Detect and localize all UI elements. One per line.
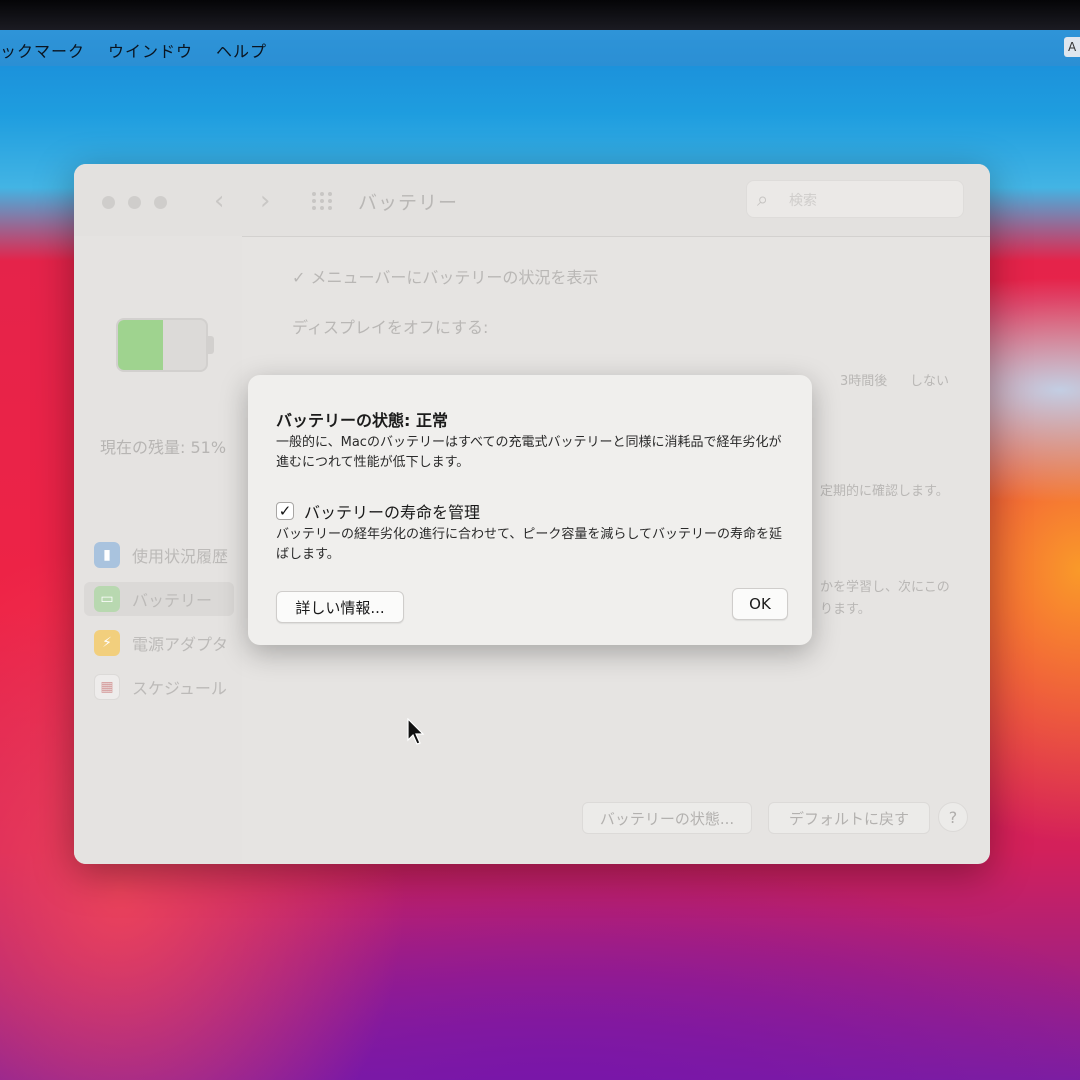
sidebar-item-battery[interactable]: ▭ バッテリー	[84, 582, 234, 616]
window-title: バッテリー	[358, 192, 459, 214]
minimize-window-button[interactable]	[128, 196, 141, 209]
mouse-pointer-icon	[407, 718, 425, 745]
battery-level-fill	[118, 320, 163, 370]
show-all-grid-icon[interactable]	[312, 192, 336, 210]
menu-help[interactable]: ヘルプ	[216, 38, 267, 62]
search-icon: ⌕	[757, 187, 769, 211]
sidebar-item-power-adapter[interactable]: ⚡ 電源アダプタ	[94, 626, 228, 660]
ok-button[interactable]: OK	[732, 588, 788, 620]
chart-icon: ▮	[94, 542, 120, 568]
sheet-title: バッテリーの状態: 正常	[276, 411, 448, 430]
menu-bar: ックマーク ウインドウ ヘルプ A	[0, 30, 1080, 66]
restore-defaults-button[interactable]: デフォルトに戻す	[768, 802, 930, 834]
display-bezel	[0, 0, 1080, 30]
input-source-indicator[interactable]: A	[1064, 37, 1080, 57]
manage-battery-longevity-description: バッテリーの経年劣化の進行に合わせて、ピーク容量を減らしてバッテリーの寿命を延ば…	[276, 527, 782, 562]
forward-chevron-icon[interactable]: ›	[260, 186, 270, 216]
menu-bookmarks[interactable]: ックマーク	[0, 38, 85, 62]
screen: ックマーク ウインドウ ヘルプ A ‹ › バッテリー ⌕ 検索 現在の残量: …	[0, 0, 1080, 1080]
manage-battery-longevity-label[interactable]: バッテリーの寿命を管理	[304, 499, 480, 523]
more-info-button[interactable]: 詳しい情報...	[276, 591, 404, 623]
battery-health-button[interactable]: バッテリーの状態...	[582, 802, 752, 834]
battery-icon: ▭	[94, 586, 120, 612]
close-window-button[interactable]	[102, 196, 115, 209]
zoom-window-button[interactable]	[154, 196, 167, 209]
search-field[interactable]: ⌕ 検索	[746, 180, 964, 218]
sidebar-item-label: 使用状況履歴	[132, 547, 229, 566]
bolt-icon: ⚡	[94, 630, 120, 656]
partial-description-1: 定期的に確認します。	[820, 484, 949, 499]
title-bar: ‹ › バッテリー ⌕ 検索	[74, 164, 990, 237]
menu-window[interactable]: ウインドウ	[108, 38, 193, 62]
partial-description-2: かを学習し、次にこの	[820, 580, 950, 595]
help-button[interactable]: ?	[938, 802, 968, 832]
back-chevron-icon[interactable]: ‹	[214, 186, 224, 216]
remaining-charge-label: 現在の残量: 51%	[100, 438, 227, 457]
sheet-body-text: 一般的に、Macのバッテリーはすべての充電式バッテリーと同様に消耗品で経年劣化が…	[276, 435, 782, 470]
calendar-icon: ▦	[94, 674, 120, 700]
sidebar: 現在の残量: 51% ▮ 使用状況履歴 ▭ バッテリー ⚡ 電源アダプタ ▦ ス…	[74, 236, 242, 864]
show-battery-in-menubar-checkbox[interactable]: ✓ メニューバーにバッテリーの状況を表示	[292, 264, 598, 288]
sidebar-item-label: スケジュール	[132, 679, 227, 698]
battery-health-sheet: バッテリーの状態: 正常 一般的に、Macのバッテリーはすべての充電式バッテリー…	[248, 375, 812, 645]
slider-3-hours-label: 3時間後	[840, 374, 888, 389]
slider-never-label: しない	[910, 374, 950, 389]
search-placeholder: 検索	[789, 193, 817, 209]
manage-battery-longevity-checkbox[interactable]: ✓	[276, 502, 294, 520]
sidebar-item-label: バッテリー	[132, 591, 213, 610]
sidebar-item-usage-history[interactable]: ▮ 使用状況履歴	[94, 538, 228, 572]
partial-description-3: ります。	[820, 602, 871, 617]
battery-level-icon	[116, 318, 214, 372]
sidebar-item-schedule[interactable]: ▦ スケジュール	[94, 670, 227, 704]
display-off-label: ディスプレイをオフにする:	[292, 318, 489, 337]
sidebar-item-label: 電源アダプタ	[132, 635, 229, 654]
manage-battery-longevity-row[interactable]: ✓ バッテリーの寿命を管理	[276, 499, 480, 523]
